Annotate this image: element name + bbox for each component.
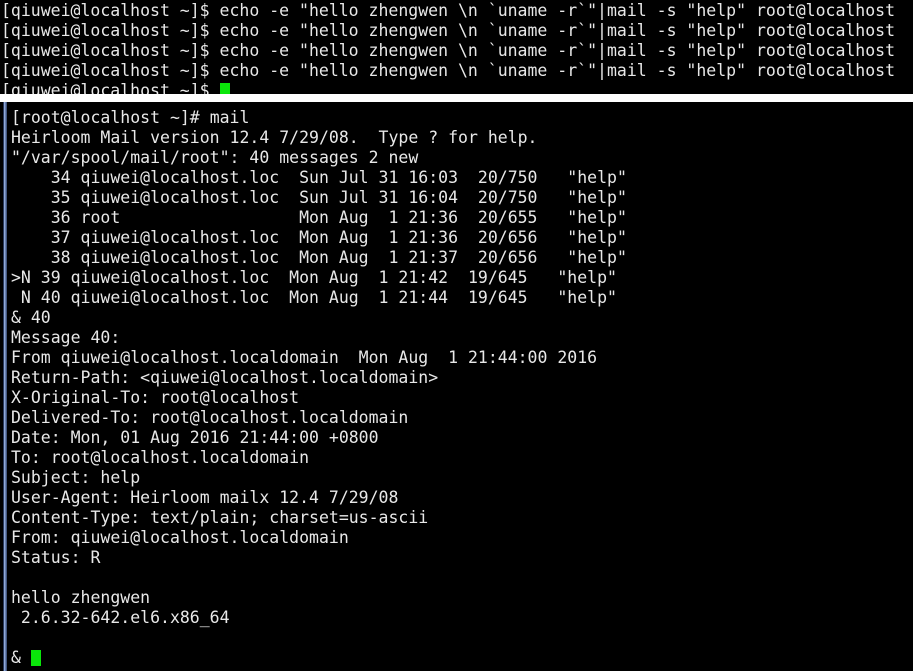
root-prompt: [root@localhost ~]#	[11, 108, 210, 127]
message-body-line: 2.6.32-642.el6.x86_64	[11, 608, 230, 627]
message-header: From qiuwei@localhost.localdomain Mon Au…	[11, 348, 598, 367]
text-cursor	[219, 83, 230, 94]
text-cursor	[30, 650, 41, 666]
shell-terminal-pane[interactable]: [qiuwei@localhost ~]$ echo -e "hello zhe…	[0, 0, 913, 94]
message-header: User-Agent: Heirloom mailx 12.4 7/29/08	[11, 488, 399, 507]
shell-command-line: [qiuwei@localhost ~]$ echo -e "hello zhe…	[1, 41, 896, 60]
message-header: Content-Type: text/plain; charset=us-asc…	[11, 508, 429, 527]
active-pane-focus-indicator	[3, 102, 7, 671]
message-header-title: Message 40:	[11, 328, 121, 347]
pane-splitter[interactable]	[0, 94, 913, 102]
mail-list-row[interactable]: N 40 qiuwei@localhost.loc Mon Aug 1 21:4…	[11, 288, 627, 308]
message-header: To: root@localhost.localdomain	[11, 448, 310, 467]
mail-list-row[interactable]: 38 qiuwei@localhost.loc Mon Aug 1 21:37 …	[11, 248, 627, 268]
mail-list-row[interactable]: 37 qiuwei@localhost.loc Mon Aug 1 21:36 …	[11, 228, 627, 248]
mail-prompt-command-line: & 40	[11, 308, 51, 327]
mail-client-terminal-pane[interactable]: [root@localhost ~]# mail Heirloom Mail v…	[0, 102, 913, 671]
mail-session-output: [root@localhost ~]# mail Heirloom Mail v…	[11, 108, 627, 668]
message-header: Return-Path: <qiuwei@localhost.localdoma…	[11, 368, 439, 387]
shell-output: [qiuwei@localhost ~]$ echo -e "hello zhe…	[1, 1, 895, 94]
terminal-window: [qiuwei@localhost ~]$ echo -e "hello zhe…	[0, 0, 913, 671]
message-body-line: hello zhengwen	[11, 588, 151, 607]
message-header: Status: R	[11, 548, 101, 567]
shell-command-line: [qiuwei@localhost ~]$ echo -e "hello zhe…	[1, 1, 896, 20]
shell-command-line: [qiuwei@localhost ~]$ echo -e "hello zhe…	[1, 21, 896, 40]
message-header: Delivered-To: root@localhost.localdomain	[11, 408, 409, 427]
root-command: mail	[209, 108, 250, 127]
message-header: From: qiuwei@localhost.localdomain	[11, 528, 349, 547]
mail-active-prompt-line[interactable]: &	[11, 648, 627, 668]
shell-active-prompt-line[interactable]: [qiuwei@localhost ~]$	[1, 81, 895, 94]
message-header: Date: Mon, 01 Aug 2016 21:44:00 +0800	[11, 428, 379, 447]
mail-list-row[interactable]: 36 root Mon Aug 1 21:36 20/655 "help"	[11, 208, 627, 228]
mail-prompt: &	[11, 648, 31, 667]
shell-command-line: [qiuwei@localhost ~]$ echo -e "hello zhe…	[1, 61, 896, 80]
mail-banner: Heirloom Mail version 12.4 7/29/08. Type…	[11, 128, 538, 147]
mailbox-status: "/var/spool/mail/root": 40 messages 2 ne…	[11, 148, 419, 167]
mail-list-row[interactable]: 35 qiuwei@localhost.loc Sun Jul 31 16:04…	[11, 188, 627, 208]
mail-list-row[interactable]: >N 39 qiuwei@localhost.loc Mon Aug 1 21:…	[11, 268, 627, 288]
root-prompt-line: [root@localhost ~]# mail	[11, 108, 627, 128]
shell-prompt: [qiuwei@localhost ~]$	[1, 81, 220, 94]
message-header: Subject: help	[11, 468, 141, 487]
mail-list-row[interactable]: 34 qiuwei@localhost.loc Sun Jul 31 16:03…	[11, 168, 627, 188]
message-header: X-Original-To: root@localhost	[11, 388, 300, 407]
